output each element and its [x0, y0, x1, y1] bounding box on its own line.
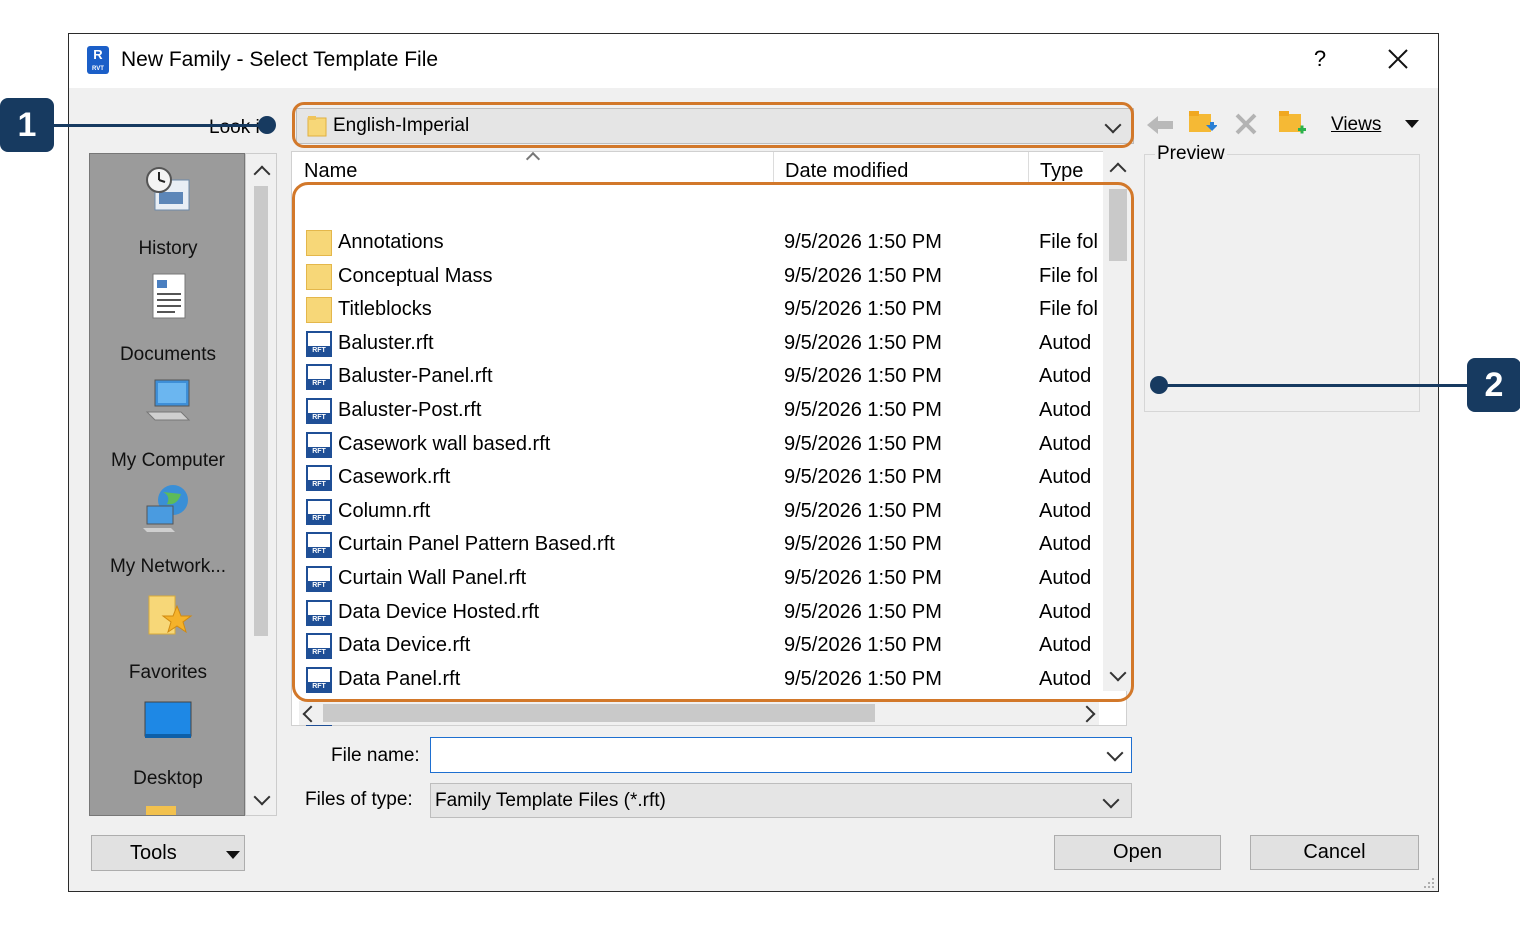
- sort-arrow-icon: [525, 151, 541, 167]
- title-bar: R RVT New Family - Select Template File …: [69, 34, 1438, 88]
- close-icon: [1388, 49, 1408, 69]
- back-button[interactable]: [1145, 114, 1175, 136]
- file-type-label: Files of type:: [305, 789, 413, 810]
- help-button[interactable]: ?: [1305, 44, 1335, 74]
- highlight-look-in: [292, 102, 1134, 148]
- callout-2-line: [1158, 384, 1470, 387]
- revit-app-icon: R RVT: [87, 46, 109, 74]
- chevron-right-icon[interactable]: [1078, 705, 1096, 723]
- chevron-down-icon[interactable]: [253, 788, 271, 806]
- place-label: Documents: [119, 344, 217, 365]
- column-header-type[interactable]: Type: [1040, 160, 1083, 183]
- file-name-label: File name:: [331, 745, 420, 766]
- desktop-icon: [144, 701, 192, 738]
- callout-1-badge: 1: [0, 98, 54, 152]
- places-scrollbar[interactable]: [245, 153, 277, 816]
- chevron-down-icon: [1102, 791, 1120, 809]
- column-header-name[interactable]: Name: [304, 160, 357, 183]
- views-dropdown-icon[interactable]: [1405, 120, 1419, 128]
- place-label: My Computer: [110, 450, 226, 471]
- place-label: Favorites: [128, 662, 208, 683]
- callout-2-dot: [1150, 376, 1168, 394]
- list-hscroll-thumb[interactable]: [323, 704, 875, 722]
- tools-dropdown-icon: [226, 851, 240, 859]
- callout-2-badge: 2: [1467, 358, 1520, 412]
- look-in-label: Look i: [209, 117, 260, 138]
- chevron-up-icon[interactable]: [1109, 162, 1127, 180]
- new-folder-icon: [1279, 111, 1306, 134]
- up-folder-button[interactable]: [1187, 108, 1218, 138]
- open-button[interactable]: Open: [1054, 835, 1221, 870]
- callout-1-dot: [258, 116, 276, 134]
- place-history[interactable]: History: [90, 164, 244, 260]
- places-bar: History Documents My Computer My Network…: [89, 153, 245, 816]
- new-folder-button[interactable]: [1277, 108, 1307, 138]
- window-title: New Family - Select Template File: [121, 48, 439, 71]
- documents-icon: [152, 273, 186, 319]
- up-folder-icon: [1189, 111, 1218, 132]
- chevron-left-icon[interactable]: [302, 705, 320, 723]
- place-my-network[interactable]: My Network...: [90, 482, 244, 578]
- list-horizontal-scrollbar[interactable]: [299, 701, 1099, 725]
- app-icon-letter: R: [93, 47, 103, 62]
- file-type-combo[interactable]: Family Template Files (*.rft): [430, 783, 1132, 818]
- computer-icon: [145, 379, 191, 421]
- partial-folder-icon: [146, 806, 176, 815]
- resize-grip-icon[interactable]: [1421, 875, 1435, 889]
- tools-button[interactable]: Tools: [91, 835, 245, 871]
- tools-label: Tools: [130, 842, 177, 864]
- place-my-computer[interactable]: My Computer: [90, 376, 244, 472]
- app-icon-sub: RVT: [92, 66, 104, 72]
- chevron-up-icon[interactable]: [253, 165, 271, 183]
- column-separator[interactable]: [1028, 152, 1029, 184]
- delete-button[interactable]: [1233, 111, 1259, 137]
- preview-pane: [1144, 154, 1420, 412]
- close-button[interactable]: [1381, 42, 1415, 76]
- places-scroll-thumb[interactable]: [254, 186, 268, 636]
- place-desktop[interactable]: Desktop: [90, 694, 244, 790]
- back-arrow-icon: [1147, 116, 1173, 134]
- network-icon: [143, 485, 188, 532]
- place-label: My Network...: [109, 556, 227, 577]
- place-documents[interactable]: Documents: [90, 270, 244, 366]
- favorites-icon: [148, 595, 193, 635]
- delete-icon: [1235, 113, 1257, 135]
- column-header-date[interactable]: Date modified: [785, 160, 908, 183]
- cancel-button[interactable]: Cancel: [1250, 835, 1419, 870]
- preview-label: Preview: [1155, 143, 1227, 165]
- place-label: History: [138, 238, 198, 259]
- file-name-input[interactable]: [430, 737, 1132, 773]
- place-label: Desktop: [133, 768, 203, 789]
- history-icon: [146, 167, 190, 211]
- place-favorites[interactable]: Favorites: [90, 588, 244, 684]
- column-separator[interactable]: [773, 152, 774, 184]
- views-menu[interactable]: Views: [1331, 114, 1381, 136]
- highlight-file-list: [292, 182, 1134, 702]
- file-type-value: Family Template Files (*.rft): [435, 790, 666, 811]
- callout-1-line: [54, 124, 266, 127]
